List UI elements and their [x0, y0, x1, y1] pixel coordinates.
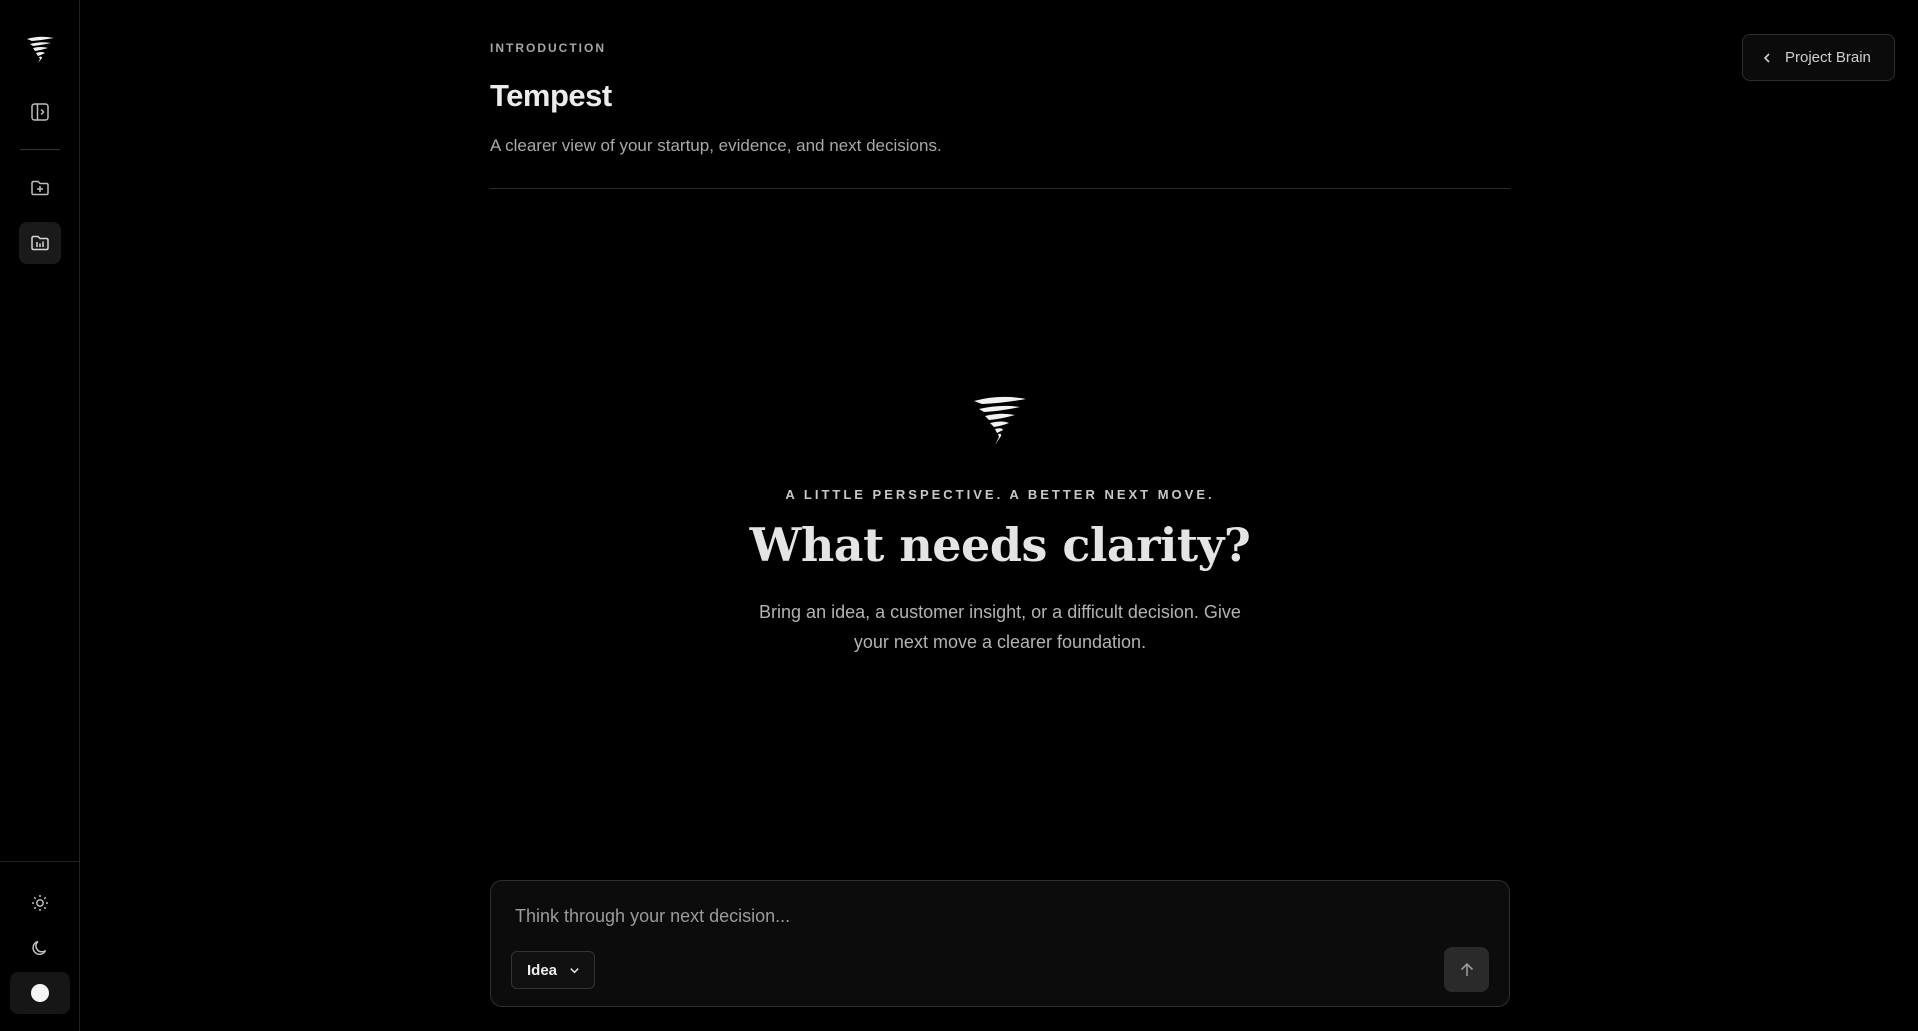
sun-icon[interactable] — [19, 882, 61, 924]
send-button[interactable] — [1444, 947, 1489, 992]
project-brain-button[interactable]: Project Brain — [1742, 34, 1895, 81]
mode-select[interactable]: Idea — [511, 951, 595, 989]
moon-icon[interactable] — [19, 927, 61, 969]
page-title: Tempest — [490, 78, 612, 113]
sidebar-toggle-icon[interactable] — [19, 91, 61, 133]
circle-icon — [31, 984, 49, 1002]
sidebar-bottom-divider — [0, 861, 80, 862]
sidebar-divider — [20, 149, 60, 150]
hero-tagline: A LITTLE PERSPECTIVE. A BETTER NEXT MOVE… — [785, 487, 1215, 502]
header-divider — [490, 188, 1510, 189]
composer: Idea — [490, 880, 1510, 1007]
decision-input[interactable] — [515, 901, 1415, 931]
hero-description: Bring an idea, a customer insight, or a … — [759, 602, 1241, 652]
project-brain-label: Project Brain — [1785, 49, 1871, 66]
arrow-up-icon — [1460, 962, 1473, 976]
new-folder-icon[interactable] — [19, 167, 61, 209]
chevron-down-icon — [570, 967, 579, 973]
tempest-logo-icon — [974, 396, 1026, 445]
system-theme-button[interactable] — [10, 972, 70, 1014]
mode-select-value: Idea — [527, 961, 558, 979]
chevron-left-icon — [1763, 52, 1770, 63]
projects-folder-icon[interactable] — [19, 222, 61, 264]
page-subtitle: A clearer view of your startup, evidence… — [490, 136, 942, 155]
sidebar — [0, 0, 80, 1031]
page-eyebrow: INTRODUCTION — [490, 41, 606, 55]
hero-title: What needs clarity? — [749, 518, 1251, 572]
tempest-logo-icon[interactable] — [19, 28, 61, 70]
